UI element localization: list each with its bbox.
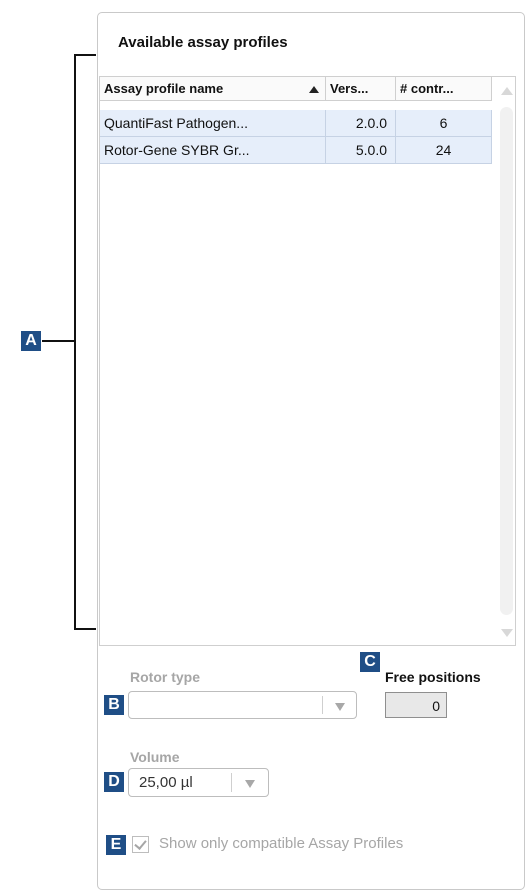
- chevron-down-icon: [335, 703, 345, 711]
- volume-dropdown[interactable]: 25,00 µl: [128, 768, 269, 797]
- chevron-down-icon: [245, 780, 255, 788]
- table-row[interactable]: QuantiFast Pathogen... 2.0.0 6: [100, 110, 492, 137]
- callout-e: E: [106, 835, 126, 855]
- table-scrollbar[interactable]: [497, 77, 515, 645]
- column-header-assay-profile-name[interactable]: Assay profile name: [100, 77, 326, 101]
- scroll-thumb[interactable]: [500, 107, 513, 615]
- checkmark-icon: [134, 837, 147, 850]
- column-header-controls[interactable]: # contr...: [396, 77, 492, 101]
- free-positions-label: Free positions: [385, 669, 481, 685]
- column-header-label: # contr...: [400, 81, 454, 96]
- cell-version: 5.0.0: [326, 137, 396, 164]
- table-body: QuantiFast Pathogen... 2.0.0 6 Rotor-Gen…: [100, 110, 492, 164]
- compatible-only-label[interactable]: Show only compatible Assay Profiles: [159, 835, 403, 852]
- callout-d: D: [104, 772, 124, 792]
- callout-a-leader: [42, 340, 75, 342]
- cell-version: 2.0.0: [326, 110, 396, 137]
- dropdown-separator: [322, 696, 323, 714]
- callout-c: C: [360, 652, 380, 672]
- rotor-type-dropdown[interactable]: [128, 691, 357, 719]
- callout-a: A: [21, 331, 41, 351]
- sort-ascending-icon: [309, 86, 319, 93]
- column-header-label: Assay profile name: [104, 81, 224, 96]
- callout-a-bracket: [74, 54, 96, 630]
- dropdown-separator: [231, 773, 232, 792]
- column-header-version[interactable]: Vers...: [326, 77, 396, 101]
- panel-title: Available assay profiles: [118, 34, 288, 51]
- column-header-label: Vers...: [330, 81, 369, 96]
- cell-controls: 24: [396, 137, 492, 164]
- rotor-type-label: Rotor type: [130, 669, 200, 685]
- table-header: Assay profile name Vers... # contr...: [100, 77, 492, 101]
- callout-b: B: [104, 695, 124, 715]
- scroll-down-icon[interactable]: [501, 629, 513, 637]
- free-positions-field: 0: [385, 692, 447, 718]
- cell-controls: 6: [396, 110, 492, 137]
- volume-label: Volume: [130, 749, 180, 765]
- cell-assay-name: QuantiFast Pathogen...: [100, 110, 326, 137]
- compatible-only-checkbox[interactable]: [132, 836, 149, 853]
- table-row[interactable]: Rotor-Gene SYBR Gr... 5.0.0 24: [100, 137, 492, 164]
- cell-assay-name: Rotor-Gene SYBR Gr...: [100, 137, 326, 164]
- volume-value: 25,00 µl: [139, 774, 193, 791]
- scroll-up-icon[interactable]: [501, 87, 513, 95]
